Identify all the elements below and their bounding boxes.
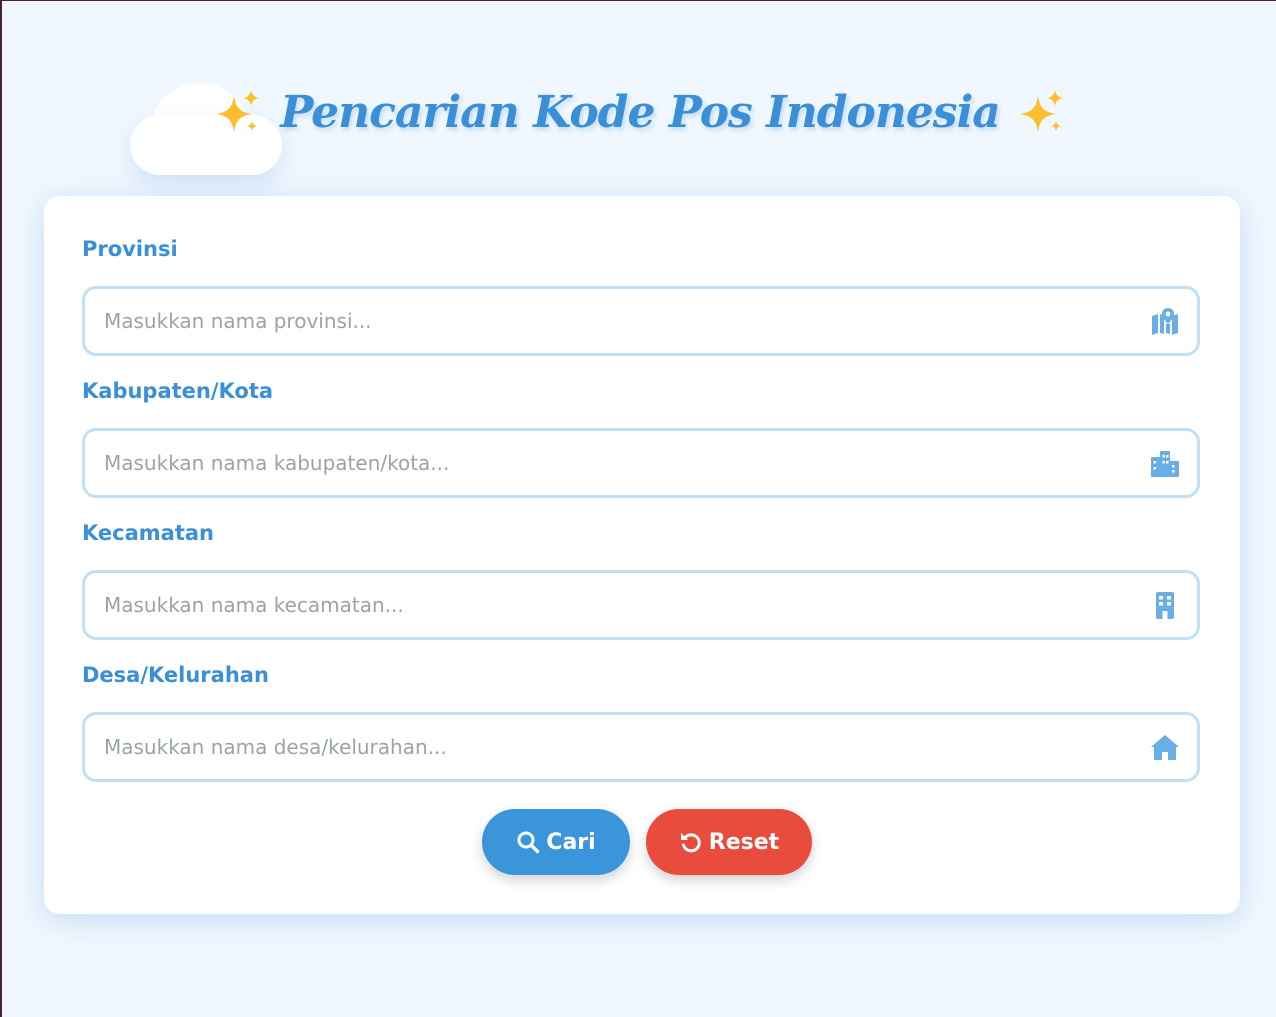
field-provinsi: Provinsi xyxy=(82,234,1200,356)
form-actions: Cari Reset xyxy=(44,809,1240,875)
provinsi-label: Provinsi xyxy=(82,237,178,261)
provinsi-input[interactable] xyxy=(82,286,1200,356)
map-location-icon xyxy=(1152,308,1178,335)
desa-kelurahan-label: Desa/Kelurahan xyxy=(82,663,269,687)
field-kabupaten-kota: Kabupaten/Kota xyxy=(82,376,1200,498)
search-button-label: Cari xyxy=(546,829,596,855)
search-button[interactable]: Cari xyxy=(482,809,630,875)
house-icon xyxy=(1151,735,1179,760)
field-desa-kelurahan: Desa/Kelurahan xyxy=(82,660,1200,782)
city-icon xyxy=(1151,451,1179,477)
kecamatan-label: Kecamatan xyxy=(82,521,214,545)
page-header: Pencarian Kode Pos Indonesia xyxy=(2,77,1276,147)
reset-button[interactable]: Reset xyxy=(646,809,812,875)
page-title: Pencarian Kode Pos Indonesia xyxy=(280,86,1001,138)
search-form-card: Provinsi Kabupaten/Kota xyxy=(44,196,1240,914)
building-icon xyxy=(1156,592,1174,619)
field-kecamatan: Kecamatan xyxy=(82,518,1200,640)
search-icon xyxy=(517,831,540,854)
kecamatan-input[interactable] xyxy=(82,570,1200,640)
desa-kelurahan-input[interactable] xyxy=(82,712,1200,782)
reset-button-label: Reset xyxy=(708,829,780,855)
sparkle-icon xyxy=(1019,90,1063,132)
sparkle-icon xyxy=(216,90,260,132)
kabupaten-kota-label: Kabupaten/Kota xyxy=(82,379,274,403)
kabupaten-kota-input[interactable] xyxy=(82,428,1200,498)
rotate-left-icon xyxy=(680,833,701,853)
